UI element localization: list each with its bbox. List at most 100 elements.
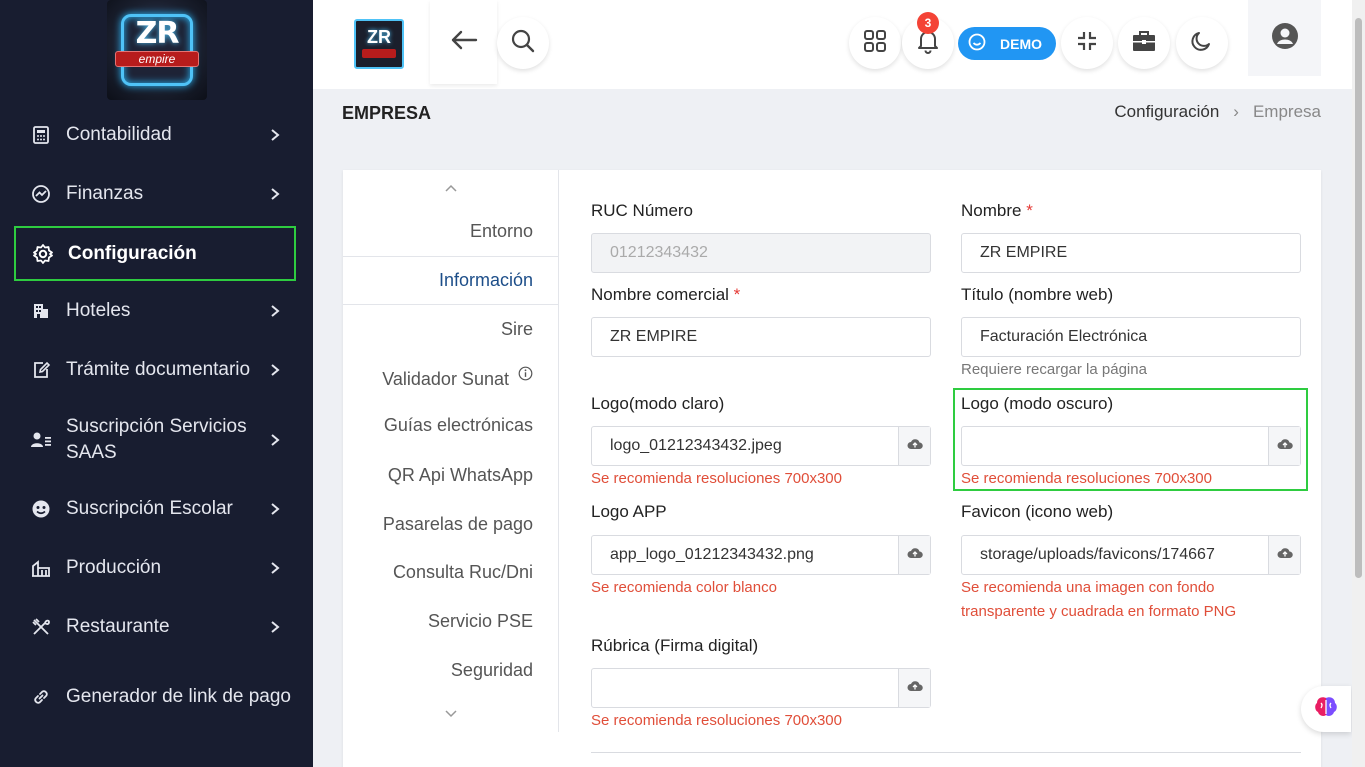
sidebar-item-suscripcion-escolar[interactable]: Suscripción Escolar: [14, 496, 296, 522]
cloud-upload-icon: [1277, 437, 1293, 455]
logo-subtext: empire: [115, 51, 199, 67]
scrollbar-thumb[interactable]: [1355, 18, 1362, 578]
breadcrumb-link-configuracion[interactable]: Configuración: [1114, 102, 1219, 122]
arrow-left-icon: [450, 29, 478, 56]
logo-app-filename[interactable]: app_logo_01212343432.png: [592, 536, 898, 574]
brand-logo[interactable]: ZR empire: [107, 0, 207, 100]
rubrica-upload[interactable]: [591, 668, 931, 708]
briefcase-button[interactable]: [1118, 17, 1170, 69]
rubrica-filename[interactable]: [592, 669, 898, 707]
sidebar-item-produccion[interactable]: Producción: [14, 555, 296, 581]
collapse-button[interactable]: [1061, 17, 1113, 69]
tab-guias-electronicas[interactable]: Guías electrónicas: [384, 415, 533, 436]
sidebar-item-label: Finanzas: [66, 183, 144, 204]
rubrica-hint: Se recomienda resoluciones 700x300: [591, 712, 842, 729]
trend-circle-icon: [28, 181, 54, 207]
chevron-right-icon: [266, 187, 284, 201]
breadcrumb-current: Empresa: [1252, 102, 1321, 121]
chevron-right-icon: [266, 363, 284, 377]
chevron-up-icon[interactable]: [443, 180, 459, 198]
titulo-label: Título (nombre web): [961, 285, 1114, 304]
logo-claro-upload-button[interactable]: [898, 427, 930, 465]
required-mark: *: [1026, 201, 1033, 220]
nombre-comercial-field[interactable]: ZR EMPIRE: [591, 317, 931, 357]
sidebar: ZR empire Contabilidad Finanzas Configur…: [0, 0, 313, 767]
logo-oscuro-label: Logo (modo oscuro): [961, 394, 1114, 413]
ai-assistant-button[interactable]: [1301, 686, 1351, 732]
tab-servicio-pse[interactable]: Servicio PSE: [428, 611, 533, 632]
logo-claro-label: Logo(modo claro): [591, 394, 725, 413]
logo-oscuro-filename[interactable]: [962, 427, 1268, 465]
tab-entorno[interactable]: Entorno: [470, 221, 533, 242]
back-button[interactable]: [430, 0, 497, 84]
sidebar-item-generador-link[interactable]: Generador de link de pago: [14, 668, 296, 726]
tab-label: Validador Sunat: [382, 369, 509, 389]
chevron-right-icon: [266, 620, 284, 634]
sidebar-item-finanzas[interactable]: Finanzas: [14, 181, 296, 207]
sidebar-item-label: Trámite documentario: [66, 359, 251, 380]
search-icon: [510, 28, 536, 59]
tab-informacion[interactable]: Información: [343, 256, 558, 305]
sidebar-item-restaurante[interactable]: Restaurante: [14, 614, 296, 640]
header-logo-text: ZR: [367, 27, 391, 47]
sidebar-item-tramite[interactable]: Trámite documentario: [14, 357, 296, 383]
tab-seguridad[interactable]: Seguridad: [451, 660, 533, 681]
nombre-label: Nombre *: [961, 201, 1033, 221]
demo-toggle[interactable]: DEMO: [958, 27, 1056, 60]
logo-oscuro-upload[interactable]: [961, 426, 1301, 466]
chevron-down-icon[interactable]: [443, 706, 459, 724]
sidebar-item-label: Restaurante: [66, 616, 170, 637]
favicon-hint-line-2: transparente y cuadrada en formato PNG: [961, 603, 1237, 620]
chevron-right-icon: [266, 502, 284, 516]
sidebar-item-suscripcion-saas[interactable]: Suscripción Servicios SAAS: [14, 413, 296, 467]
logo-claro-filename[interactable]: logo_01212343432.jpeg: [592, 427, 898, 465]
dark-mode-button[interactable]: [1176, 17, 1228, 69]
brain-icon: [1313, 695, 1339, 724]
logo-oscuro-upload-button[interactable]: [1268, 427, 1300, 465]
sidebar-item-label: Suscripción Servicios SAAS: [66, 416, 247, 463]
tab-sire[interactable]: Sire: [501, 319, 533, 340]
ruc-label: RUC Número: [591, 201, 694, 220]
titulo-field[interactable]: Facturación Electrónica: [961, 317, 1301, 357]
cloud-upload-icon: [907, 437, 923, 455]
search-button[interactable]: [497, 17, 549, 69]
logo-app-upload[interactable]: app_logo_01212343432.png: [591, 535, 931, 575]
sidebar-item-configuracion[interactable]: Configuración: [14, 226, 296, 281]
chevron-right-icon: [266, 304, 284, 318]
chevron-right-icon: [266, 433, 284, 447]
sidebar-item-contabilidad[interactable]: Contabilidad: [14, 122, 296, 148]
info-icon: [518, 365, 533, 385]
nombre-comercial-label-text: Nombre comercial: [591, 285, 729, 304]
apps-button[interactable]: [849, 17, 901, 69]
ruc-field[interactable]: 01212343432: [591, 233, 931, 273]
user-menu-button[interactable]: [1248, 0, 1321, 76]
header-logo[interactable]: ZR: [354, 19, 404, 69]
rubrica-label: Rúbrica (Firma digital): [591, 636, 759, 655]
favicon-upload[interactable]: storage/uploads/favicons/174667: [961, 535, 1301, 575]
favicon-upload-button[interactable]: [1268, 536, 1300, 574]
nombre-label-text: Nombre: [961, 201, 1022, 220]
chevron-right-icon: [266, 128, 284, 142]
tab-consulta-ruc-dni[interactable]: Consulta Ruc/Dni: [393, 562, 533, 583]
favicon-filename[interactable]: storage/uploads/favicons/174667: [962, 536, 1268, 574]
titulo-hint: Requiere recargar la página: [961, 361, 1147, 378]
face-icon: [28, 496, 54, 522]
logo-text: ZR: [135, 16, 180, 51]
sidebar-item-label: Suscripción Escolar: [66, 498, 233, 519]
tab-pasarelas-de-pago[interactable]: Pasarelas de pago: [383, 514, 533, 535]
logo-claro-upload[interactable]: logo_01212343432.jpeg: [591, 426, 931, 466]
document-edit-icon: [28, 357, 54, 383]
nombre-field[interactable]: ZR EMPIRE: [961, 233, 1301, 273]
sidebar-item-hoteles[interactable]: Hoteles: [14, 298, 296, 324]
rubrica-upload-button[interactable]: [898, 669, 930, 707]
sidebar-item-label: Producción: [66, 557, 162, 578]
favicon-label: Favicon (icono web): [961, 502, 1114, 521]
form-divider: [591, 752, 1301, 753]
page-scrollbar[interactable]: [1352, 0, 1365, 767]
grid-icon: [863, 29, 887, 58]
logo-app-upload-button[interactable]: [898, 536, 930, 574]
tab-qr-api-whatsapp[interactable]: QR Api WhatsApp: [388, 465, 533, 486]
tab-validador-sunat[interactable]: Validador Sunat: [382, 366, 533, 390]
sidebar-item-label: Hoteles: [66, 300, 131, 321]
sidebar-item-label: Generador de link de pago: [66, 686, 291, 707]
